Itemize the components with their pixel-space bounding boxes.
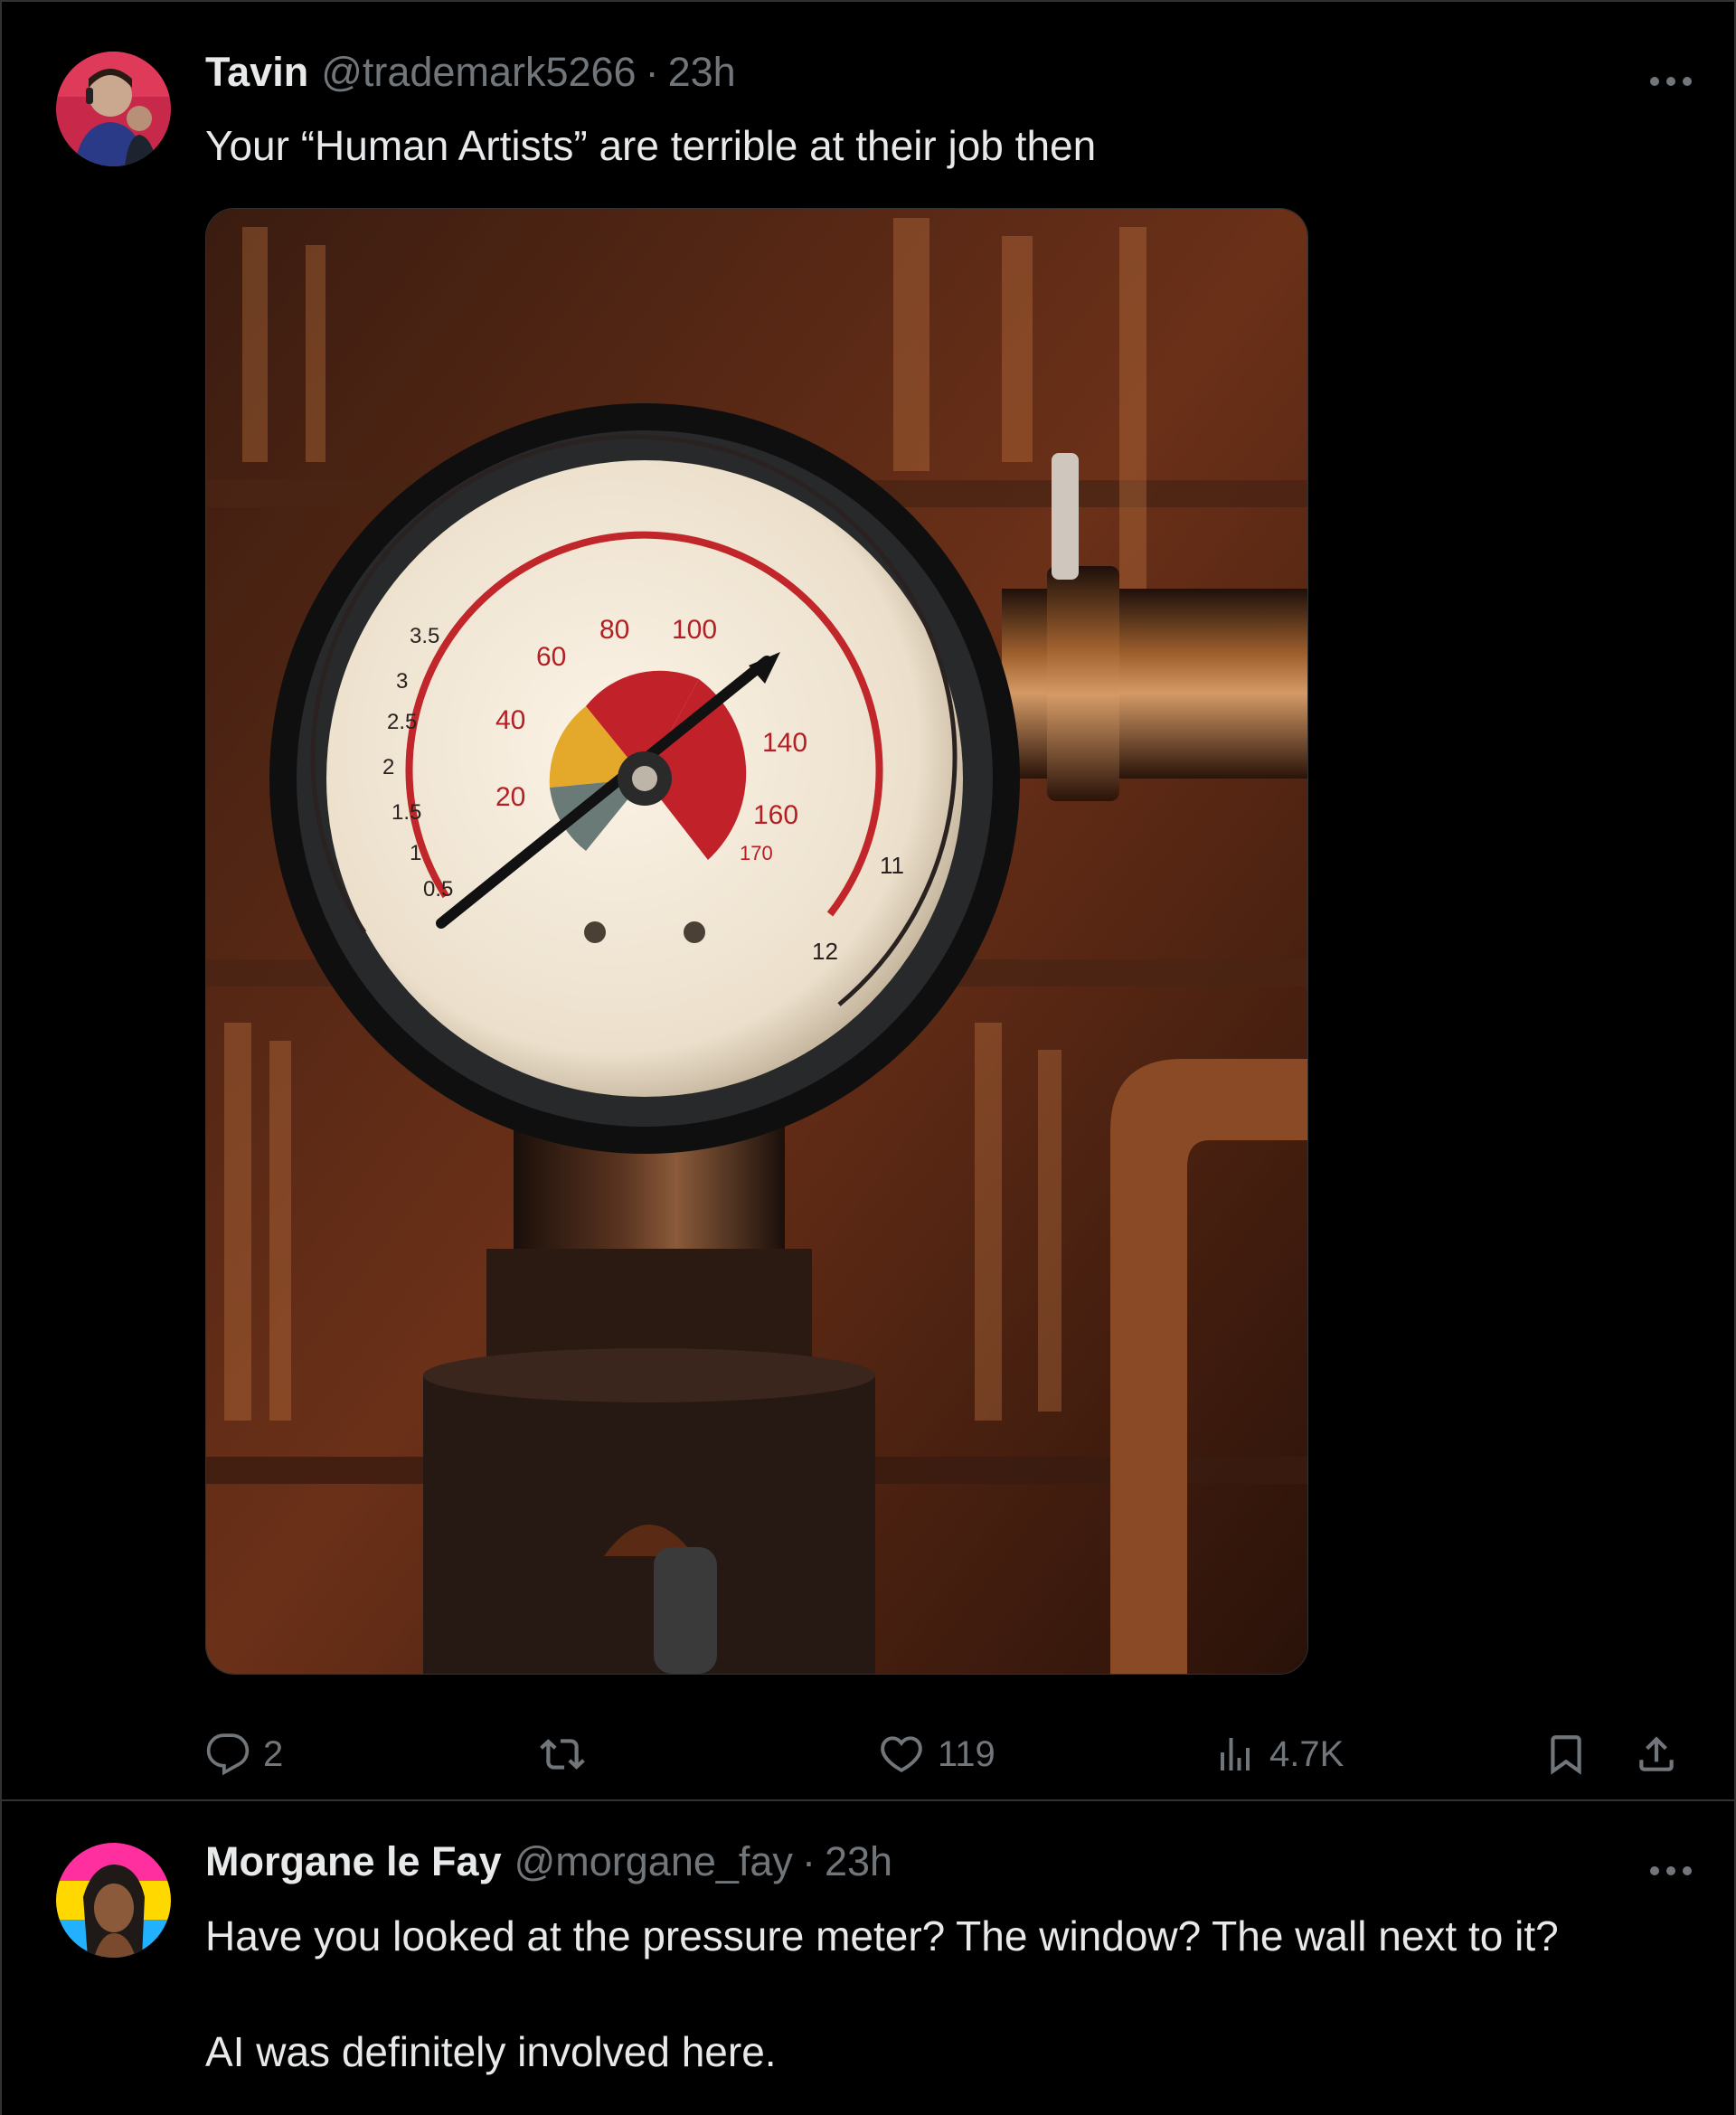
gauge-label: 40 [495, 705, 525, 735]
bookmark-icon [1551, 1735, 1581, 1775]
views-icon [1221, 1738, 1250, 1770]
more-options-button[interactable] [1644, 63, 1698, 99]
author-handle[interactable]: @trademark5266 [321, 49, 636, 96]
like-button[interactable]: 119 [878, 1727, 995, 1781]
avatar-image [56, 52, 171, 166]
gauge-label: 11 [880, 852, 904, 879]
tweet-media-image[interactable]: 0.5 1 1.5 2 2.5 3 3.5 20 40 60 80 100 14… [205, 208, 1308, 1675]
author-avatar[interactable] [56, 52, 171, 166]
tweet-header: Tavin @trademark5266 · 23h [205, 49, 736, 96]
separator-dot: · [801, 1838, 816, 1884]
avatar-image [56, 1843, 171, 1958]
views-button[interactable]: 4.7K [1213, 1727, 1344, 1781]
reply-button[interactable]: 2 [205, 1727, 283, 1781]
bookmark-button[interactable] [1543, 1727, 1589, 1781]
retweet-button[interactable] [538, 1727, 587, 1781]
timestamp[interactable]: 23h [668, 49, 736, 96]
tweet[interactable]: Morgane le Fay @morgane_fay · 23h Have y… [0, 1801, 1736, 2115]
pressure-gauge-photo: 0.5 1 1.5 2 2.5 3 3.5 20 40 60 80 100 14… [206, 209, 1307, 1674]
tweet-text-line: Have you looked at the pressure meter? T… [205, 1912, 1559, 1959]
gauge-label: 170 [740, 842, 773, 864]
heart-icon [881, 1736, 922, 1772]
gauge-label: 100 [672, 615, 717, 645]
author-avatar[interactable] [56, 1843, 171, 1958]
views-count: 4.7K [1269, 1733, 1344, 1774]
tweet[interactable]: Tavin @trademark5266 · 23h Your “Human A… [0, 14, 1736, 1801]
reply-icon [206, 1733, 250, 1776]
gauge-label: 2.5 [387, 710, 417, 734]
author-name[interactable]: Tavin [205, 49, 308, 96]
more-icon [1650, 77, 1692, 86]
share-icon [1639, 1736, 1674, 1771]
gauge-label: 2 [382, 755, 394, 779]
gauge-label: 140 [762, 728, 807, 758]
gauge-label: 60 [536, 642, 566, 672]
separator-dot: · [645, 49, 659, 95]
retweet-icon [540, 1739, 585, 1770]
more-options-button[interactable] [1644, 1853, 1698, 1889]
more-icon [1650, 1866, 1692, 1875]
like-count: 119 [938, 1733, 995, 1774]
gauge-label: 3.5 [410, 624, 439, 648]
tweet-text-line: AI was definitely involved here. [205, 2028, 777, 2075]
gauge-label: 0.5 [423, 877, 453, 902]
tweet-actions: 2 119 4.7K [205, 1727, 1688, 1781]
gauge-label: 1 [410, 841, 421, 865]
reply-count: 2 [263, 1733, 284, 1774]
gauge-label: 1.5 [392, 800, 421, 825]
tweet-header: Morgane le Fay @morgane_fay · 23h [205, 1838, 892, 1885]
author-name[interactable]: Morgane le Fay [205, 1838, 502, 1885]
tweet-text: Your “Human Artists” are terrible at the… [205, 122, 1097, 169]
gauge-label: 12 [812, 938, 838, 965]
author-handle[interactable]: @morgane_fay [514, 1838, 793, 1885]
gauge-label: 3 [396, 669, 408, 694]
gauge-label: 160 [753, 800, 798, 830]
timestamp[interactable]: 23h [825, 1838, 892, 1885]
share-button[interactable] [1634, 1727, 1679, 1781]
gauge-label: 20 [495, 782, 525, 812]
gauge-label: 80 [599, 615, 629, 645]
